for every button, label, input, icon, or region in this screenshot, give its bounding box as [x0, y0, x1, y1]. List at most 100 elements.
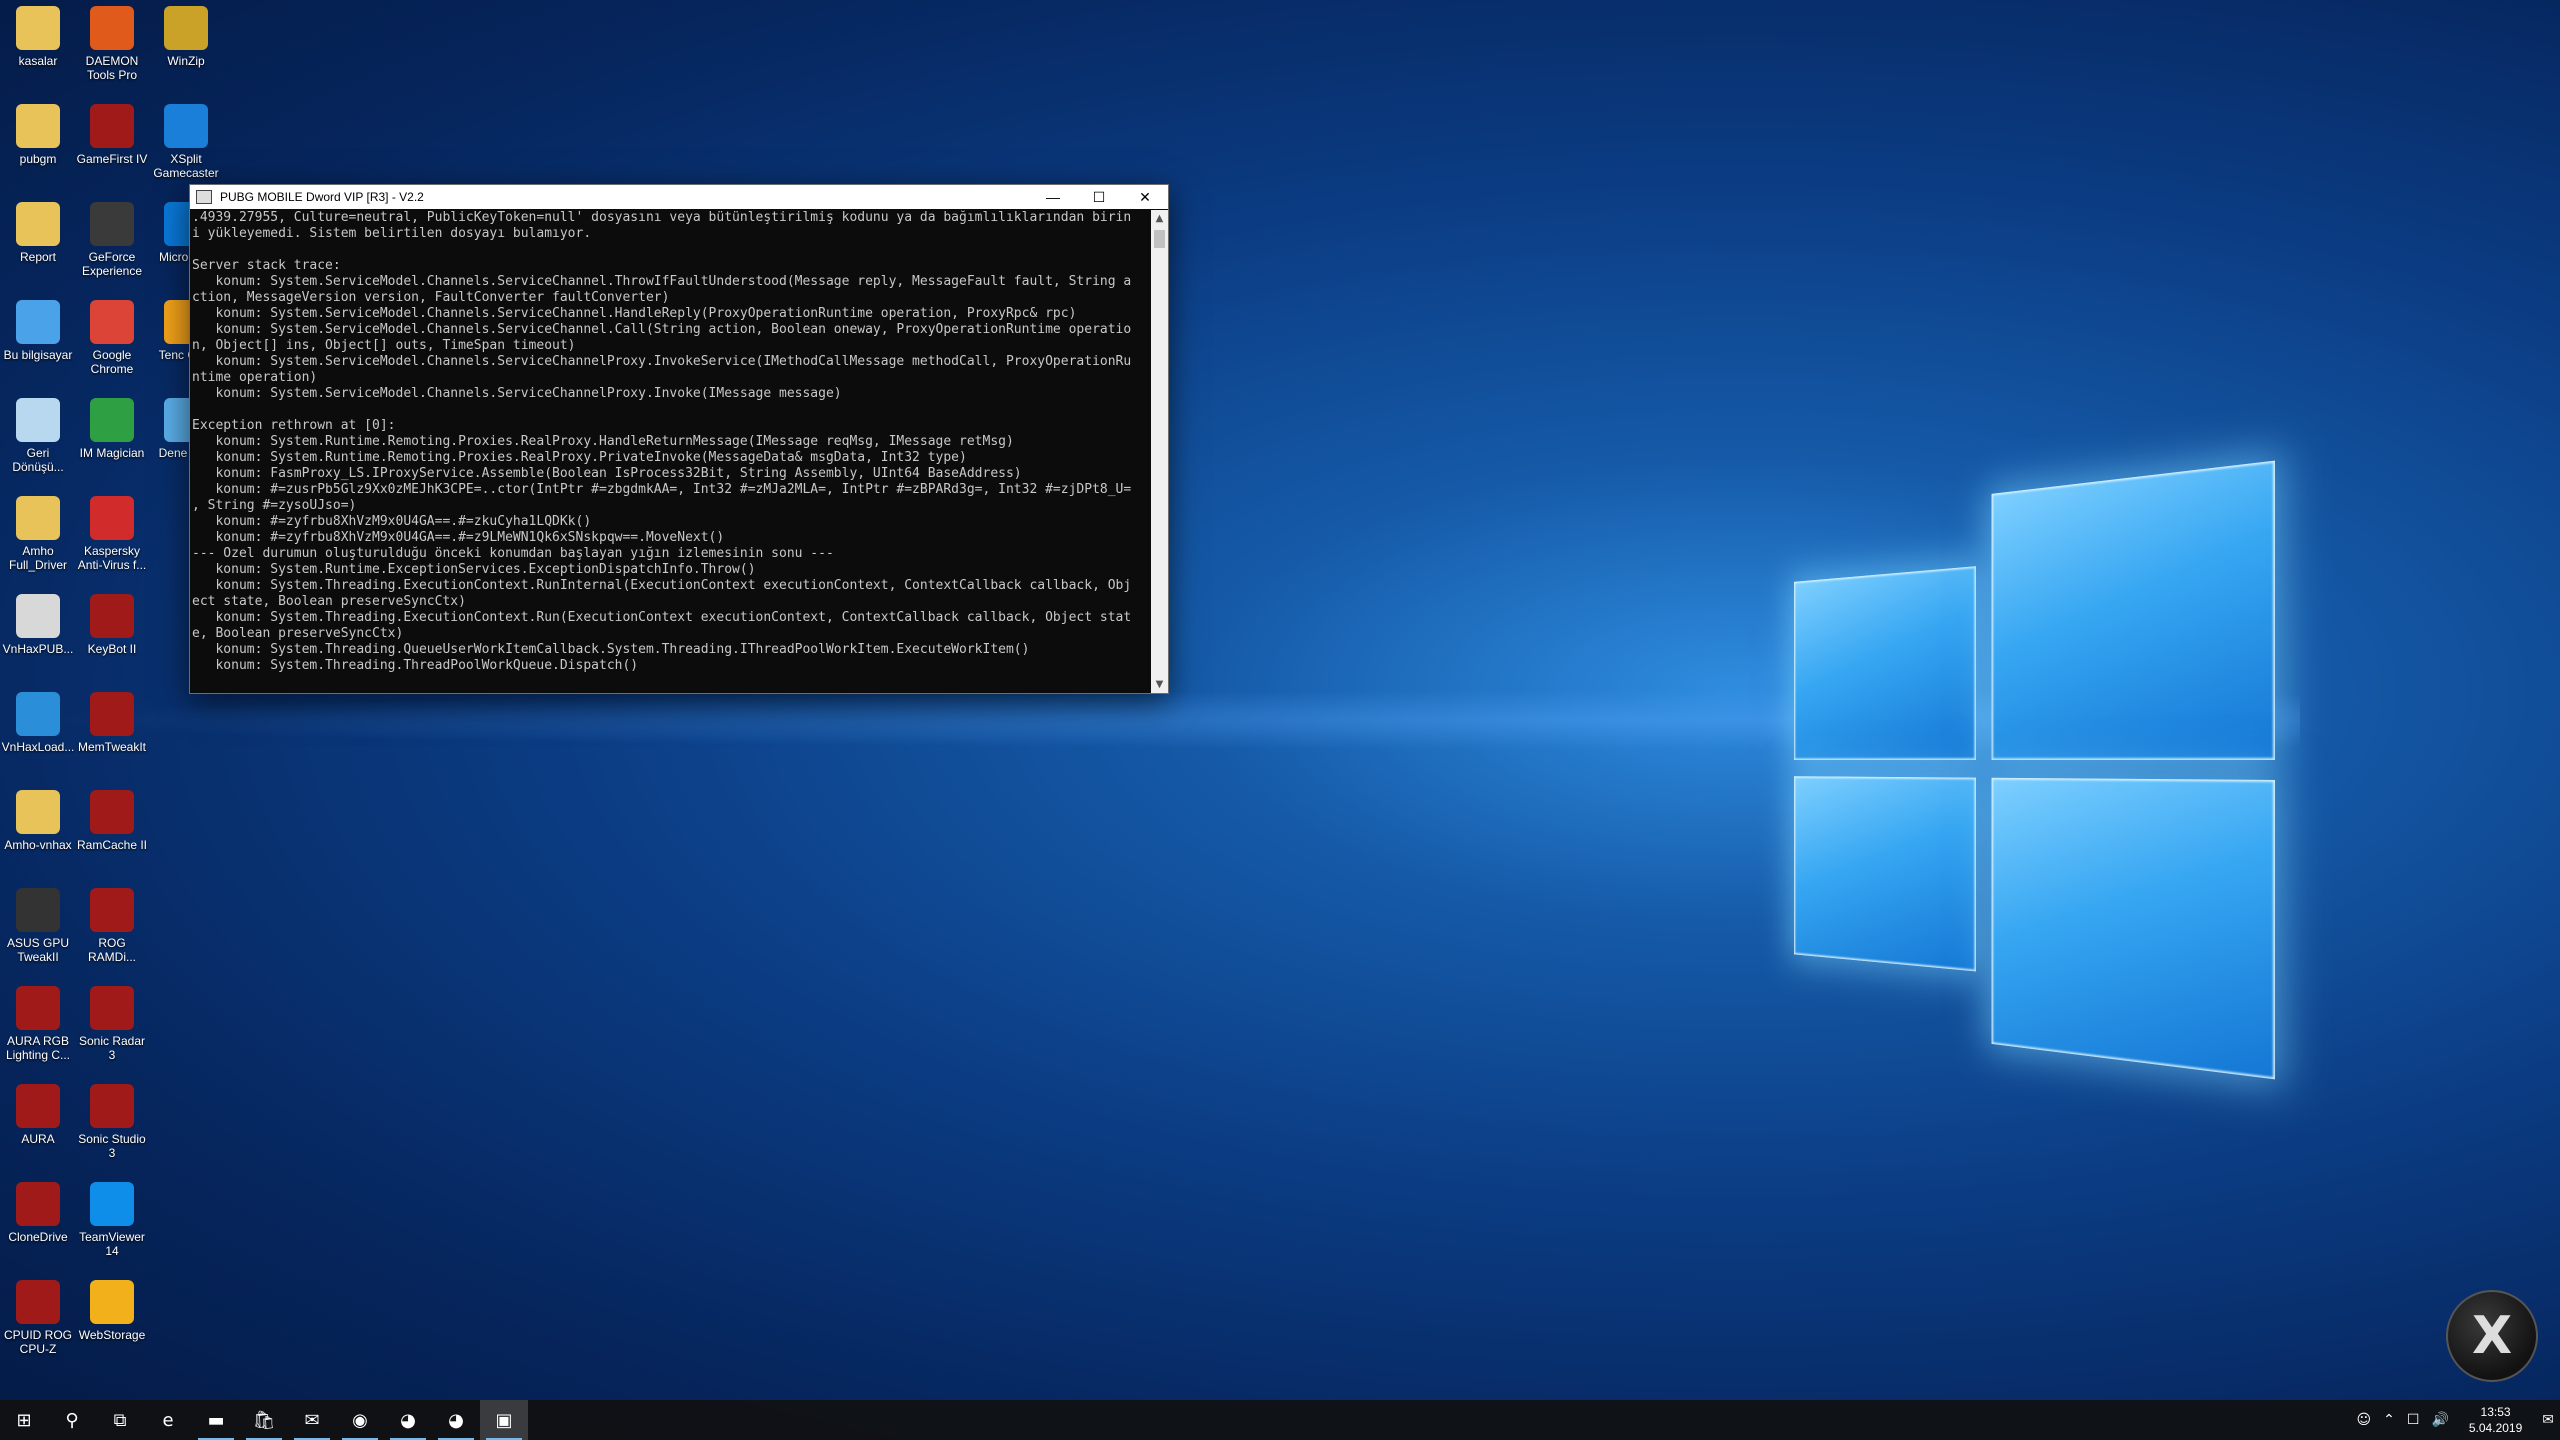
- desktop-icon[interactable]: GeForce Experience: [74, 196, 150, 278]
- console-line: konum: System.Threading.ExecutionContext…: [192, 610, 1151, 626]
- desktop-icon[interactable]: Kaspersky Anti-Virus f...: [74, 490, 150, 572]
- desktop-icon-label: ASUS GPU TweakII: [0, 936, 76, 964]
- daemon-tools-icon: [90, 6, 134, 50]
- mail-icon: ✉: [304, 1410, 319, 1431]
- desktop-icon-label: Amho Full_Driver: [0, 544, 76, 572]
- console-titlebar[interactable]: PUBG MOBILE Dword VIP [R3] - V2.2 — ☐ ✕: [190, 185, 1168, 209]
- chrome-button[interactable]: ◉: [336, 1400, 384, 1440]
- aura-icon: [16, 986, 60, 1030]
- edge-button[interactable]: e: [144, 1400, 192, 1440]
- clock-date: 5.04.2019: [2469, 1420, 2522, 1436]
- desktop-icon[interactable]: CloneDrive: [0, 1176, 76, 1244]
- desktop-icon[interactable]: VnHaxLoad...: [0, 686, 76, 754]
- folder-icon: [16, 202, 60, 246]
- maximize-button[interactable]: ☐: [1076, 185, 1122, 209]
- desktop-icon-label: WebStorage: [74, 1328, 150, 1342]
- console-line: ction, MessageVersion version, FaultConv…: [192, 290, 1151, 306]
- desktop-icon[interactable]: Bu bilgisayar: [0, 294, 76, 362]
- desktop-icon[interactable]: ASUS GPU TweakII: [0, 882, 76, 964]
- desktop-icon-label: IM Magician: [74, 446, 150, 460]
- desktop-icon[interactable]: GameFirst IV: [74, 98, 150, 166]
- floating-x-widget[interactable]: X: [2446, 1290, 2538, 1382]
- desktop-icon[interactable]: Google Chrome: [74, 294, 150, 376]
- desktop-icon-label: Kaspersky Anti-Virus f...: [74, 544, 150, 572]
- desktop-icon-label: AURA RGB Lighting C...: [0, 1034, 76, 1062]
- file-explorer-button[interactable]: ▬: [192, 1400, 240, 1440]
- desktop-icon[interactable]: KeyBot II: [74, 588, 150, 656]
- console-line: konum: System.Runtime.ExceptionServices.…: [192, 562, 1151, 578]
- console-line: n, Object[] ins, Object[] outs, TimeSpan…: [192, 338, 1151, 354]
- desktop-icon[interactable]: RamCache II: [74, 784, 150, 852]
- desktop-icon[interactable]: DAEMON Tools Pro: [74, 0, 150, 82]
- desktop-icon[interactable]: WebStorage: [74, 1274, 150, 1342]
- mail-button[interactable]: ✉: [288, 1400, 336, 1440]
- chrome-icon: [90, 300, 134, 344]
- scroll-thumb[interactable]: [1154, 230, 1165, 248]
- desktop-icon[interactable]: Sonic Radar 3: [74, 980, 150, 1062]
- console-line: ​: [192, 402, 1151, 418]
- desktop-icon[interactable]: VnHaxPUB...: [0, 588, 76, 656]
- store-button[interactable]: 🛍: [240, 1400, 288, 1440]
- console-line: .4939.27955, Culture=neutral, PublicKeyT…: [192, 210, 1151, 226]
- desktop-icon[interactable]: CPUID ROG CPU-Z: [0, 1274, 76, 1356]
- search-icon: ⚲: [65, 1410, 78, 1431]
- gpu-tweak-icon: [16, 888, 60, 932]
- desktop-icon[interactable]: XSplit Gamecaster: [148, 98, 224, 180]
- desktop-icon[interactable]: MemTweakIt: [74, 686, 150, 754]
- console-output[interactable]: .4939.27955, Culture=neutral, PublicKeyT…: [190, 210, 1151, 693]
- desktop-icon[interactable]: Report: [0, 196, 76, 264]
- search-button[interactable]: ⚲: [48, 1400, 96, 1440]
- desktop-icon[interactable]: IM Magician: [74, 392, 150, 460]
- computer-icon: [16, 300, 60, 344]
- desktop-icon[interactable]: Sonic Studio 3: [74, 1078, 150, 1160]
- desktop-icon[interactable]: AURA: [0, 1078, 76, 1146]
- teamviewer-icon: [90, 1182, 134, 1226]
- scroll-up-icon[interactable]: ▲: [1151, 210, 1168, 227]
- task-view-icon: ⧉: [114, 1410, 127, 1431]
- console-window[interactable]: PUBG MOBILE Dword VIP [R3] - V2.2 — ☐ ✕ …: [189, 184, 1169, 694]
- desktop-icon-label: Google Chrome: [74, 348, 150, 376]
- folder-icon: [16, 104, 60, 148]
- vnhax-icon: [16, 692, 60, 736]
- start-button[interactable]: ⊞: [0, 1400, 48, 1440]
- console-line: , String #=zysoUJso=): [192, 498, 1151, 514]
- store-icon: 🛍: [253, 1410, 276, 1431]
- scroll-down-icon[interactable]: ▼: [1151, 676, 1168, 693]
- desktop-icon[interactable]: TeamViewer 14: [74, 1176, 150, 1258]
- edge-icon: e: [162, 1410, 173, 1431]
- desktop-icon[interactable]: pubgm: [0, 98, 76, 166]
- console-line: konum: System.ServiceModel.Channels.Serv…: [192, 322, 1151, 338]
- clock[interactable]: 13:53 5.04.2019: [2455, 1404, 2536, 1436]
- desktop-icon[interactable]: Geri Dönüşü...: [0, 392, 76, 474]
- memtweak-icon: [90, 692, 134, 736]
- desktop-icon[interactable]: Amho-vnhax: [0, 784, 76, 852]
- desktop-icon[interactable]: Amho Full_Driver: [0, 490, 76, 572]
- desktop-icon[interactable]: ROG RAMDi...: [74, 882, 150, 964]
- desktop-icon[interactable]: kasalar: [0, 0, 76, 68]
- people-icon[interactable]: ☺: [2351, 1412, 2378, 1428]
- browser-button-2[interactable]: ◕: [432, 1400, 480, 1440]
- geforce-icon: [90, 202, 134, 246]
- minimize-button[interactable]: —: [1030, 185, 1076, 209]
- desktop-icon[interactable]: AURA RGB Lighting C...: [0, 980, 76, 1062]
- winzip-icon: [164, 6, 208, 50]
- console-line: konum: FasmProxy_LS.IProxyService.Assemb…: [192, 466, 1151, 482]
- desktop-icon[interactable]: WinZip: [148, 0, 224, 68]
- windows-logo-wallpaper: [1680, 460, 2280, 1060]
- volume-icon[interactable]: 🔊: [2425, 1412, 2454, 1428]
- kaspersky-icon: [90, 496, 134, 540]
- network-icon[interactable]: ☐: [2401, 1412, 2426, 1428]
- console-button[interactable]: ▣: [480, 1400, 528, 1440]
- desktop-icon-label: kasalar: [0, 54, 76, 68]
- gamefirst-icon: [90, 104, 134, 148]
- notification-icon[interactable]: ✉: [2536, 1412, 2560, 1428]
- folder-icon: [16, 790, 60, 834]
- close-button[interactable]: ✕: [1122, 185, 1168, 209]
- taskbar: ⊞ ⚲ ⧉ e ▬ 🛍 ✉ ◉ ◕ ◕ ▣ ☺ ⌃ ☐ 🔊 13:53 5.04.2019 ✉: [0, 1400, 2560, 1440]
- console-scrollbar[interactable]: ▲ ▼: [1151, 210, 1168, 693]
- webstorage-icon: [90, 1280, 134, 1324]
- browser-button-1[interactable]: ◕: [384, 1400, 432, 1440]
- task-view-button[interactable]: ⧉: [96, 1400, 144, 1440]
- chevron-up-icon[interactable]: ⌃: [2377, 1412, 2401, 1428]
- browser-icon: ◕: [448, 1410, 464, 1431]
